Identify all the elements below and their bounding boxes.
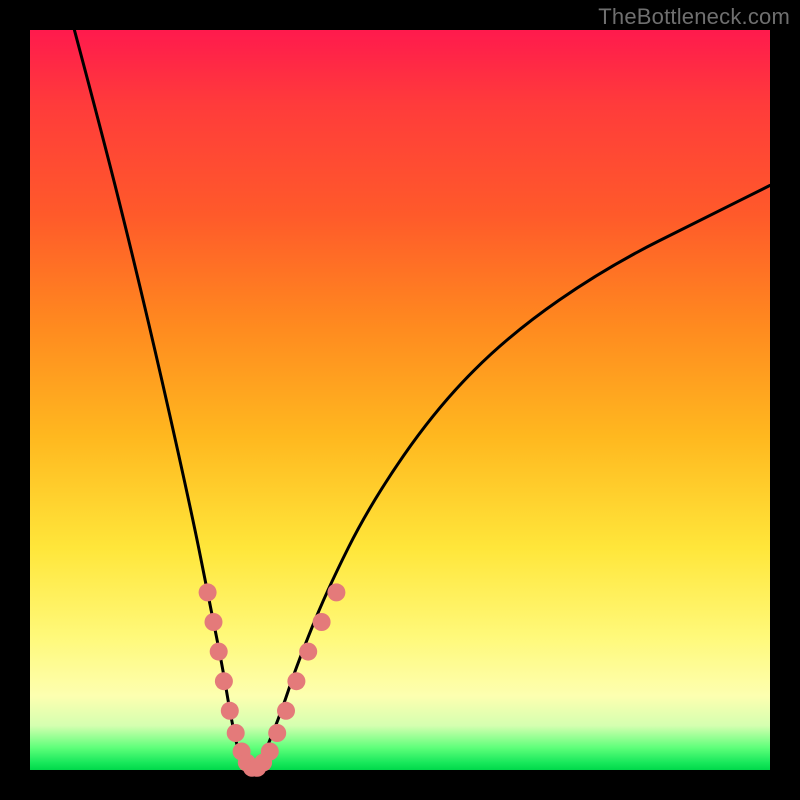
- curve-markers: [199, 583, 346, 776]
- curve-marker: [261, 743, 279, 761]
- curve-layer: [30, 30, 770, 770]
- curve-marker: [327, 583, 345, 601]
- curve-marker: [277, 702, 295, 720]
- curve-marker: [227, 724, 245, 742]
- curve-marker: [215, 672, 233, 690]
- curve-marker: [210, 643, 228, 661]
- curve-marker: [221, 702, 239, 720]
- chart-frame: TheBottleneck.com: [0, 0, 800, 800]
- curve-marker: [287, 672, 305, 690]
- curve-marker: [205, 613, 223, 631]
- curve-marker: [299, 643, 317, 661]
- plot-area: [30, 30, 770, 770]
- curve-marker: [268, 724, 286, 742]
- curve-marker: [199, 583, 217, 601]
- watermark-text: TheBottleneck.com: [598, 4, 790, 30]
- bottleneck-curve: [74, 30, 770, 769]
- curve-marker: [313, 613, 331, 631]
